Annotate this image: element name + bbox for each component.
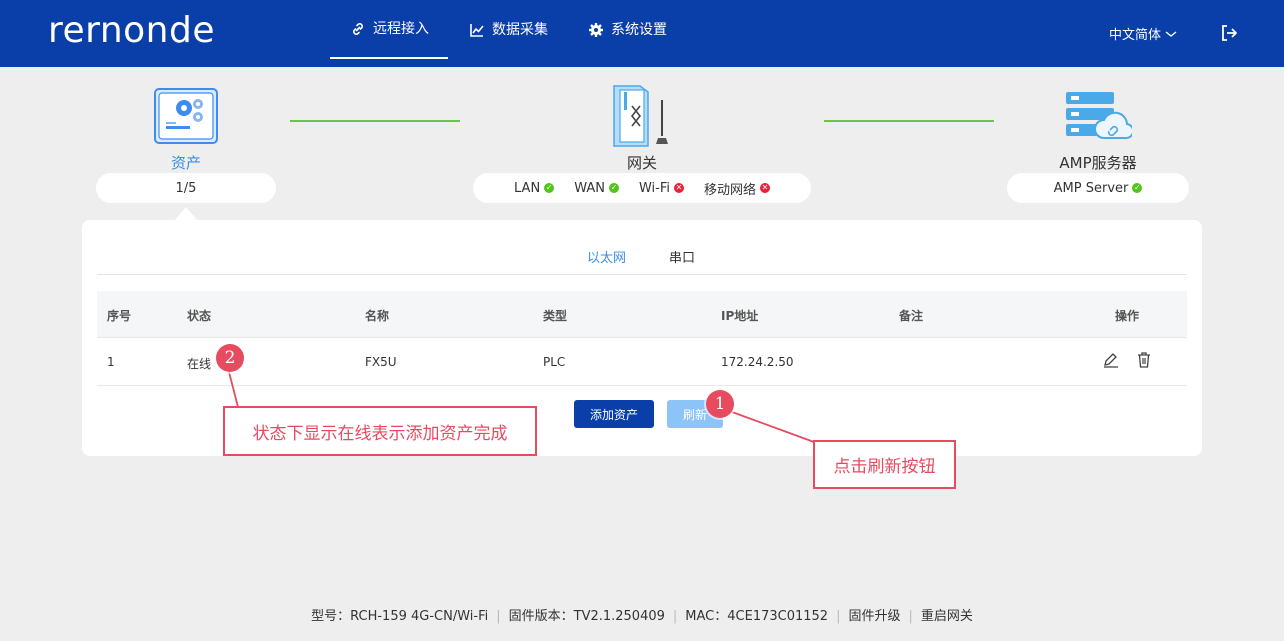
chart-line-icon [468, 21, 486, 39]
status-wan: WAN ✓ [574, 180, 619, 196]
column-header: 类型 [543, 309, 568, 323]
link-icon [349, 20, 367, 38]
edit-icon[interactable] [1102, 351, 1120, 369]
cell-index: 1 [107, 355, 115, 369]
footer: 型号：RCH-159 4G-CN/Wi-Fi | 固件版本：TV2.1.250409… [311, 609, 973, 624]
footer-mac: MAC：4CE173C01152 [685, 609, 829, 624]
check-icon: ✓ [1132, 183, 1143, 193]
firmware-upgrade-link[interactable]: 固件升级 [848, 609, 900, 624]
asset-caret [174, 207, 198, 221]
connection-line-asset-gateway [290, 120, 460, 122]
footer-firmware: 固件版本：TV2.1.250409 [508, 609, 665, 624]
check-icon: ✓ [608, 183, 619, 193]
gear-icon [587, 21, 605, 39]
column-header: 备注 [899, 309, 924, 323]
connection-line-gateway-server [824, 120, 994, 122]
nav-label: 远程接入 [373, 20, 429, 37]
column-header: 操作 [1115, 309, 1140, 323]
annotation-callout-refresh: 点击刷新按钮 [813, 440, 956, 489]
asset-label: 资产 [170, 154, 201, 172]
nav-data-collection[interactable]: 数据采集 [468, 0, 548, 59]
column-header: 状态 [187, 309, 212, 323]
column-header: IP地址 [721, 309, 759, 323]
cell-type: PLC [543, 355, 566, 369]
annotation-badge-2: 2 [216, 344, 244, 372]
cell-ip: 172.24.2.50 [721, 355, 794, 369]
brand-logo[interactable]: rernonde [48, 10, 215, 51]
asset-count-pill: 1/5 [96, 173, 276, 203]
gateway-device-icon[interactable] [610, 84, 674, 148]
error-icon: ✕ [673, 183, 684, 193]
tab-serial[interactable]: 串口 [669, 247, 695, 266]
reboot-gateway-link[interactable]: 重启网关 [921, 609, 973, 624]
delete-icon[interactable] [1135, 351, 1153, 369]
tab-ethernet[interactable]: 以太网 [587, 247, 626, 266]
asset-count: 1/5 [175, 180, 197, 196]
language-selector[interactable]: 中文简体 [1109, 24, 1177, 43]
chevron-down-icon [1165, 28, 1177, 43]
add-asset-button[interactable]: 添加资产 [574, 400, 654, 428]
status-wifi: Wi-Fi ✕ [638, 180, 684, 196]
tab-bar: 以太网 串口 [97, 242, 1187, 275]
language-label: 中文简体 [1109, 28, 1162, 43]
cell-name: FX5U [365, 355, 397, 369]
error-icon: ✕ [759, 183, 770, 193]
footer-model: 型号：RCH-159 4G-CN/Wi-Fi [311, 609, 489, 624]
server-status-name: AMP Server [1053, 180, 1129, 196]
server-label: AMP服务器 [1059, 154, 1137, 172]
top-header: rernonde 远程接入 数据采集 系统设置 中文简体 [0, 0, 1284, 67]
nav-label: 系统设置 [611, 21, 667, 38]
status-lan: LAN ✓ [514, 180, 555, 196]
status-mobile: 移动网络 ✕ [703, 182, 770, 198]
annotation-badge-1: 1 [706, 390, 734, 418]
nav-remote-access[interactable]: 远程接入 [330, 0, 448, 59]
cell-status: 在线 [187, 357, 212, 371]
server-status-pill: AMP Server ✓ [1007, 173, 1189, 203]
column-header: 序号 [107, 309, 132, 323]
cloud-server-icon[interactable] [1064, 90, 1135, 142]
gateway-status-pill: LAN ✓ WAN ✓ Wi-Fi ✕ 移动网络 ✕ [473, 173, 811, 203]
logout-icon[interactable] [1218, 22, 1240, 44]
table-row: 1 在线 FX5U PLC 172.24.2.50 [97, 338, 1187, 386]
asset-settings-icon[interactable] [154, 88, 218, 144]
column-header: 名称 [365, 309, 390, 323]
annotation-callout-status: 状态下显示在线表示添加资产完成 [223, 406, 537, 456]
table-header: 序号 状态 名称 类型 IP地址 备注 操作 [97, 291, 1187, 338]
nav-system-settings[interactable]: 系统设置 [587, 0, 667, 59]
nav-label: 数据采集 [492, 21, 548, 38]
gateway-label: 网关 [626, 154, 657, 172]
check-icon: ✓ [544, 183, 555, 193]
